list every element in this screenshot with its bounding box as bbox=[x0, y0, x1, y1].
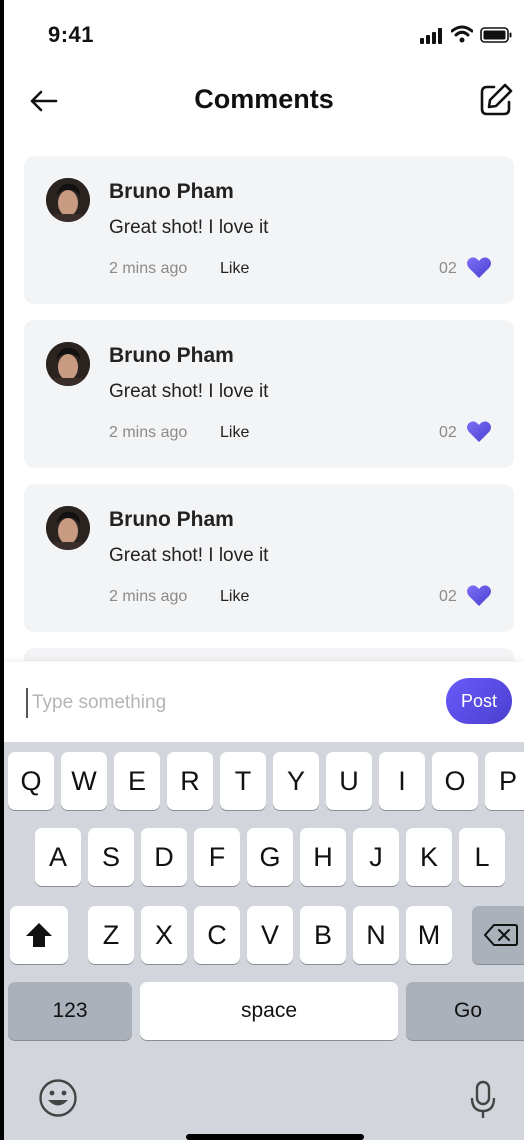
avatar bbox=[46, 178, 90, 222]
key-h[interactable]: H bbox=[300, 828, 346, 886]
key-x[interactable]: X bbox=[141, 906, 187, 964]
comment-card-partial bbox=[24, 648, 514, 661]
key-n[interactable]: N bbox=[353, 906, 399, 964]
like-count: 02 bbox=[439, 260, 457, 277]
backspace-key[interactable] bbox=[472, 906, 524, 964]
comment-text: Great shot! I love it bbox=[109, 217, 269, 238]
key-l[interactable]: L bbox=[459, 828, 505, 886]
key-o[interactable]: O bbox=[432, 752, 478, 810]
key-s[interactable]: S bbox=[88, 828, 134, 886]
shift-icon bbox=[26, 923, 52, 947]
key-b[interactable]: B bbox=[300, 906, 346, 964]
comment-input[interactable] bbox=[26, 688, 426, 718]
avatar bbox=[46, 342, 90, 386]
key-g[interactable]: G bbox=[247, 828, 293, 886]
status-time: 9:41 bbox=[48, 22, 95, 47]
key-u[interactable]: U bbox=[326, 752, 372, 810]
comment-text: Great shot! I love it bbox=[109, 545, 269, 566]
numbers-key[interactable]: 123 bbox=[8, 982, 132, 1040]
key-k[interactable]: K bbox=[406, 828, 452, 886]
comment-list: Bruno Pham Great shot! I love it 2 mins … bbox=[4, 156, 524, 661]
key-z[interactable]: Z bbox=[88, 906, 134, 964]
comment-timestamp: 2 mins ago bbox=[109, 424, 188, 441]
key-c[interactable]: C bbox=[194, 906, 240, 964]
space-key[interactable]: space bbox=[140, 982, 398, 1040]
comment-author: Bruno Pham bbox=[109, 344, 234, 367]
backspace-icon bbox=[484, 924, 518, 946]
key-q[interactable]: Q bbox=[8, 752, 54, 810]
go-key[interactable]: Go bbox=[406, 982, 524, 1040]
key-i[interactable]: I bbox=[379, 752, 425, 810]
battery-icon bbox=[480, 27, 512, 43]
key-f[interactable]: F bbox=[194, 828, 240, 886]
key-t[interactable]: T bbox=[220, 752, 266, 810]
page-title: Comments bbox=[194, 84, 334, 114]
comment-composer: Post bbox=[4, 662, 524, 742]
comment-card: Bruno Pham Great shot! I love it 2 mins … bbox=[24, 156, 514, 304]
key-d[interactable]: D bbox=[141, 828, 187, 886]
key-r[interactable]: R bbox=[167, 752, 213, 810]
shift-key[interactable] bbox=[10, 906, 68, 964]
comment-author: Bruno Pham bbox=[109, 180, 234, 203]
emoji-icon[interactable] bbox=[38, 1078, 78, 1118]
like-count: 02 bbox=[439, 424, 457, 441]
key-p[interactable]: P bbox=[485, 752, 524, 810]
like-link[interactable]: Like bbox=[220, 424, 249, 442]
home-indicator bbox=[186, 1134, 364, 1140]
comment-timestamp: 2 mins ago bbox=[109, 588, 188, 605]
comment-author: Bruno Pham bbox=[109, 508, 234, 531]
key-y[interactable]: Y bbox=[273, 752, 319, 810]
post-button[interactable]: Post bbox=[446, 678, 512, 724]
avatar bbox=[46, 506, 90, 550]
comment-timestamp: 2 mins ago bbox=[109, 260, 188, 277]
wifi-icon bbox=[451, 25, 473, 43]
microphone-icon[interactable] bbox=[470, 1080, 496, 1120]
heart-icon[interactable] bbox=[466, 584, 492, 608]
key-m[interactable]: M bbox=[406, 906, 452, 964]
key-a[interactable]: A bbox=[35, 828, 81, 886]
key-e[interactable]: E bbox=[114, 752, 160, 810]
heart-icon[interactable] bbox=[466, 420, 492, 444]
key-v[interactable]: V bbox=[247, 906, 293, 964]
comment-card: Bruno Pham Great shot! I love it 2 mins … bbox=[24, 484, 514, 632]
comment-card: Bruno Pham Great shot! I love it 2 mins … bbox=[24, 320, 514, 468]
edit-icon[interactable] bbox=[478, 82, 514, 118]
comments-screen: 9:41 Comments Bruno Pham Great shot! I l… bbox=[4, 0, 524, 1140]
signal-icon bbox=[420, 28, 444, 44]
like-link[interactable]: Like bbox=[220, 588, 249, 606]
like-count: 02 bbox=[439, 588, 457, 605]
key-j[interactable]: J bbox=[353, 828, 399, 886]
heart-icon[interactable] bbox=[466, 256, 492, 280]
header: Comments bbox=[4, 64, 524, 144]
comment-text: Great shot! I love it bbox=[109, 381, 269, 402]
key-w[interactable]: W bbox=[61, 752, 107, 810]
keyboard: QWERTYUIOP ASDFGHJKL ZXCVBNM 123 space G… bbox=[4, 742, 524, 1140]
status-bar: 9:41 bbox=[4, 0, 524, 64]
like-link[interactable]: Like bbox=[220, 260, 249, 278]
